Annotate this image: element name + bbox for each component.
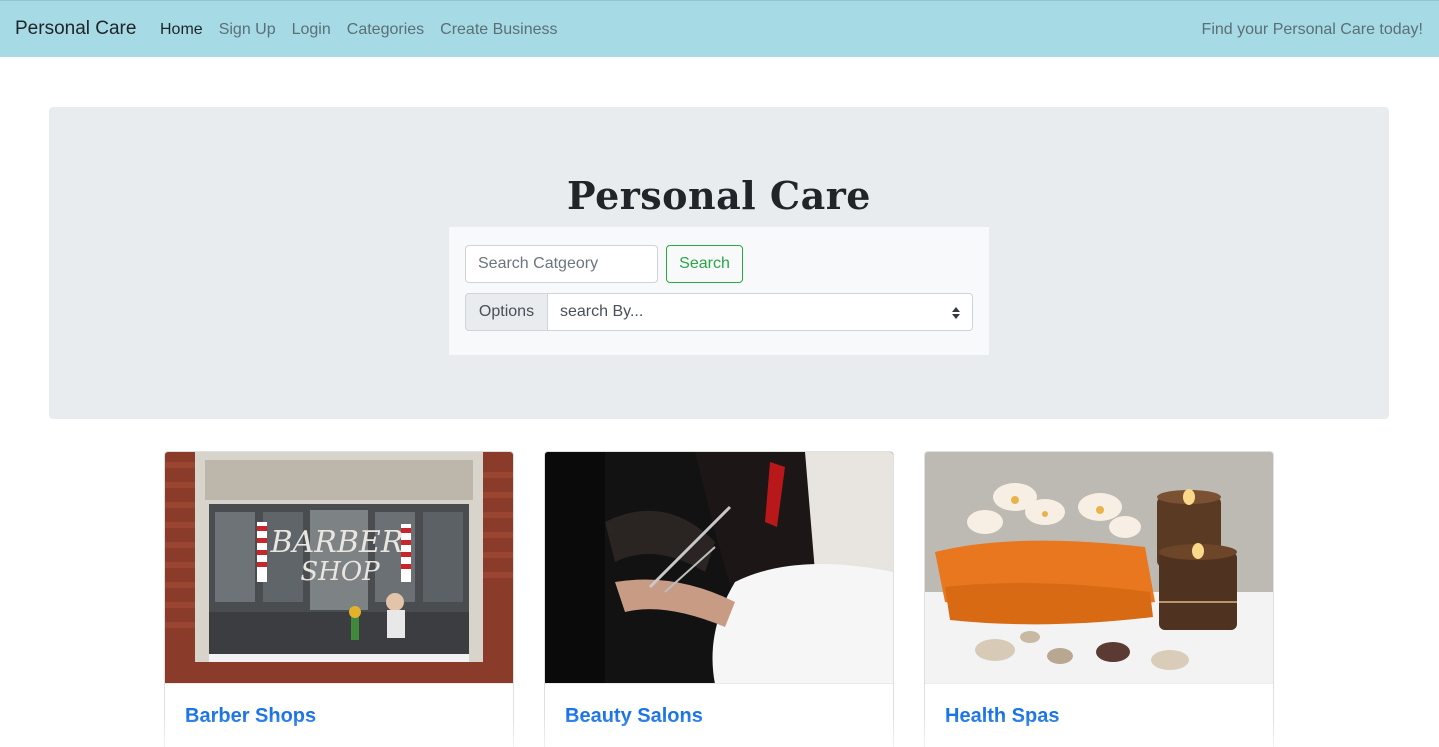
search-panel: Search Options search By... [449, 227, 989, 355]
nav-link-home[interactable]: Home [160, 20, 203, 39]
health-spa-image[interactable] [925, 452, 1273, 684]
nav-link-categories[interactable]: Categories [347, 20, 424, 39]
nav-link-sign-up[interactable]: Sign Up [219, 20, 276, 39]
top-navbar: Personal Care Home Sign Up Login Categor… [0, 0, 1439, 57]
category-card-barber-shops[interactable]: BARBER SHOP Barber Shops [164, 451, 514, 747]
beauty-salon-image[interactable] [545, 452, 893, 684]
svg-text:SHOP: SHOP [300, 557, 380, 587]
barber-shop-image[interactable]: BARBER SHOP [165, 452, 513, 684]
nav-link-create-business[interactable]: Create Business [440, 20, 557, 39]
category-card-beauty-salons[interactable]: Beauty Salons [544, 451, 894, 747]
search-options-group: Options search By... [465, 293, 973, 331]
category-card-health-spas[interactable]: Health Spas [924, 451, 1274, 747]
category-link-beauty-salons[interactable]: Beauty Salons [565, 704, 703, 728]
nav-link-login[interactable]: Login [292, 20, 331, 39]
navbar-tagline: Find your Personal Care today! [1201, 21, 1423, 38]
brand-link[interactable]: Personal Care [15, 18, 136, 40]
search-by-select-value: search By... [560, 303, 644, 320]
category-link-barber-shops[interactable]: Barber Shops [185, 704, 316, 728]
hero-jumbotron: Personal Care Search Options search By..… [49, 107, 1389, 419]
search-by-select[interactable]: search By... [548, 293, 973, 331]
svg-text:BARBER: BARBER [270, 525, 404, 560]
page-title: Personal Care [567, 173, 871, 218]
nav-links: Home Sign Up Login Categories Create Bus… [160, 20, 574, 39]
select-arrows-icon [952, 305, 960, 319]
search-button[interactable]: Search [666, 245, 743, 283]
search-input[interactable] [465, 245, 658, 283]
category-link-health-spas[interactable]: Health Spas [945, 704, 1059, 728]
options-label: Options [465, 293, 548, 331]
